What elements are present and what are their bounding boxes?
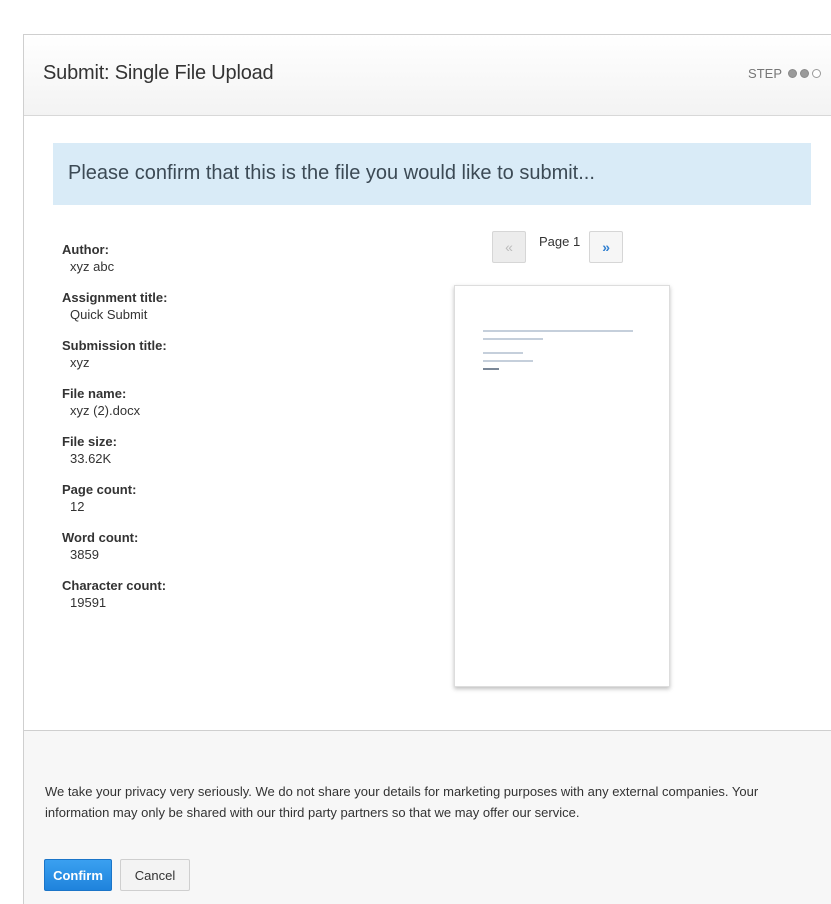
- detail-value: xyz abc: [70, 259, 115, 274]
- detail-value: xyz (2).docx: [70, 403, 141, 418]
- previous-page-button[interactable]: «: [492, 231, 526, 263]
- banner-text: Please confirm that this is the file you…: [68, 162, 595, 184]
- detail-value: 33.62K: [70, 451, 112, 466]
- detail-file-name: File name: xyz (2).docx: [62, 385, 167, 419]
- cancel-button[interactable]: Cancel: [120, 859, 190, 891]
- step-dot-2-icon: [800, 69, 809, 78]
- step-dot-1-icon: [788, 69, 797, 78]
- chevron-double-right-icon: »: [602, 239, 611, 255]
- dialog-header: Submit: Single File Upload STEP: [24, 35, 831, 116]
- preview-text-line: [483, 360, 533, 362]
- page-title: Submit: Single File Upload: [43, 62, 274, 84]
- detail-label: Author:: [62, 242, 109, 257]
- confirm-button[interactable]: Confirm: [44, 859, 112, 891]
- detail-value: 12: [70, 499, 85, 514]
- detail-character-count: Character count: 19591: [62, 577, 167, 611]
- preview-text-line: [483, 368, 499, 370]
- submission-details: Author: xyz abc Assignment title: Quick …: [62, 241, 167, 625]
- detail-label: Character count:: [62, 578, 167, 593]
- detail-value: Quick Submit: [70, 307, 148, 322]
- detail-label: File size:: [62, 434, 117, 449]
- detail-author: Author: xyz abc: [62, 241, 167, 275]
- preview-text-line: [483, 330, 633, 332]
- detail-value: xyz: [70, 355, 90, 370]
- privacy-notice: We take your privacy very seriously. We …: [45, 784, 759, 820]
- detail-value: 3859: [70, 547, 99, 562]
- confirm-banner: Please confirm that this is the file you…: [53, 143, 811, 205]
- preview-text-line: [483, 352, 523, 354]
- detail-label: Submission title:: [62, 338, 167, 353]
- chevron-double-left-icon: «: [505, 239, 513, 255]
- detail-page-count: Page count: 12: [62, 481, 167, 515]
- detail-value: 19591: [70, 595, 107, 610]
- document-preview: [454, 285, 670, 687]
- next-page-button[interactable]: »: [589, 231, 624, 263]
- page-label: Page 1: [539, 233, 581, 249]
- step-dot-3-icon: [812, 69, 821, 78]
- detail-submission-title: Submission title: xyz: [62, 337, 167, 371]
- detail-label: Word count:: [62, 530, 139, 545]
- detail-assignment-title: Assignment title: Quick Submit: [62, 289, 167, 323]
- detail-file-size: File size: 33.62K: [62, 433, 167, 467]
- detail-label: Page count:: [62, 482, 137, 497]
- page-pager: « Page 1 »: [492, 231, 624, 263]
- detail-word-count: Word count: 3859: [62, 529, 167, 563]
- step-label: STEP: [748, 66, 782, 81]
- upload-dialog: Submit: Single File Upload STEP Please c…: [23, 34, 831, 904]
- preview-text-line: [483, 338, 543, 340]
- detail-label: Assignment title:: [62, 290, 168, 305]
- detail-label: File name:: [62, 386, 127, 401]
- dialog-footer: We take your privacy very seriously. We …: [24, 730, 831, 904]
- step-indicator: STEP: [748, 66, 821, 81]
